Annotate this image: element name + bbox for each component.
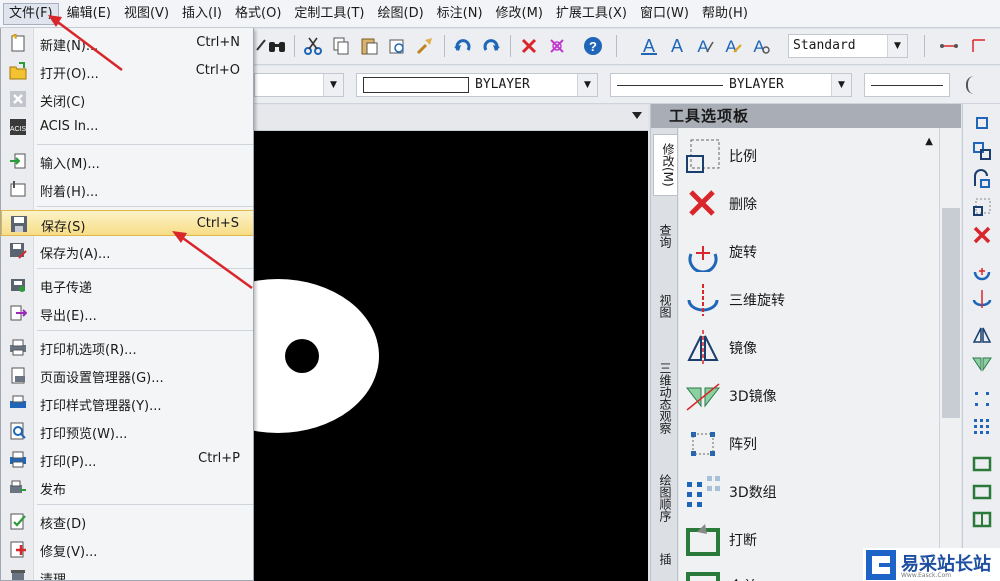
watermark: 易采站长站 Www.Easck.Com bbox=[863, 548, 1000, 581]
watermark-logo bbox=[866, 550, 896, 580]
annotation-arrow-save bbox=[172, 231, 253, 290]
annotation-arrow-file-menu bbox=[48, 15, 123, 72]
watermark-subtext: Www.Easck.Com bbox=[901, 572, 952, 579]
annotation-arrows bbox=[48, 15, 253, 290]
